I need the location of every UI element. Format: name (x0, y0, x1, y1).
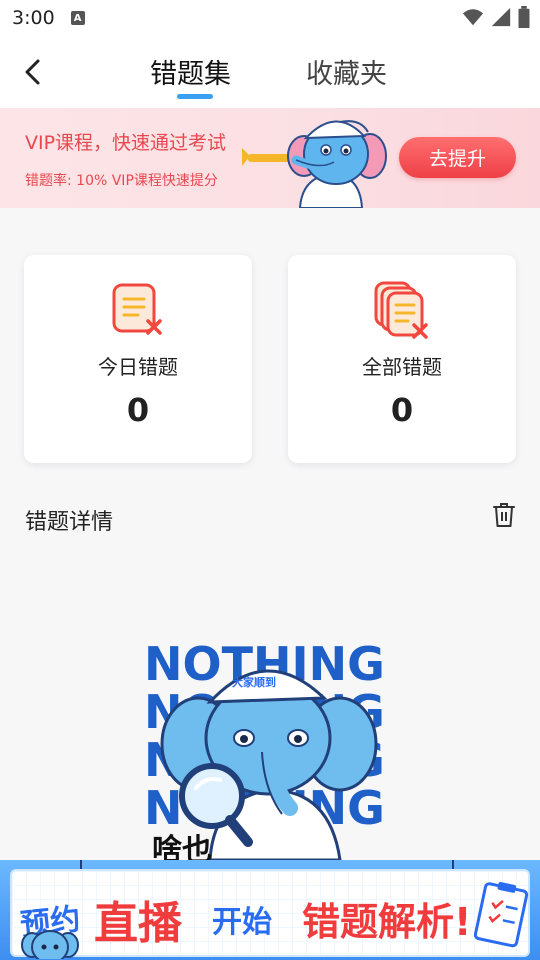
status-time: 3:00 (12, 7, 55, 29)
chevron-left-icon (25, 59, 40, 85)
stacked-wrong-docs-icon (374, 281, 428, 339)
all-wrong-card[interactable]: 全部错题 0 (288, 255, 516, 463)
trash-icon[interactable] (492, 502, 516, 528)
today-wrong-label: 今日错题 (98, 355, 178, 379)
empty-state-illustration: NOTHING NOTHING NOTHING NOTHING 大家顺到 啥也 (144, 638, 385, 860)
vip-banner-title: VIP课程，快速通过考试 (25, 132, 227, 154)
status-icons (462, 6, 530, 28)
live-broadcast-banner[interactable]: 预约 直播 开始 错题解析! (0, 860, 540, 960)
live-banner-card: 预约 直播 开始 错题解析! (10, 869, 530, 959)
live-banner-text-2: 直播 (94, 898, 182, 949)
battery-icon (518, 6, 530, 28)
tab-favorites[interactable]: 收藏夹 (306, 52, 387, 91)
active-tab-indicator (177, 94, 213, 99)
elephant-trumpet-mascot-icon (242, 120, 387, 208)
status-bar: 3:00 A (0, 0, 540, 36)
wrong-details-title: 错题详情 (25, 510, 114, 535)
clipboard-checklist-icon (474, 881, 529, 948)
notification-icon: A (70, 11, 85, 25)
vip-promo-banner[interactable]: VIP课程，快速通过考试 错题率: 10% VIP课程快速提分 去提升 (0, 108, 540, 208)
tab-wrong-questions[interactable]: 错题集 (150, 52, 231, 91)
today-wrong-card[interactable]: 今日错题 0 (24, 255, 252, 463)
vip-upgrade-button[interactable]: 去提升 (399, 137, 516, 178)
single-wrong-doc-icon (112, 283, 162, 335)
back-button[interactable] (18, 56, 46, 88)
vip-banner-subtitle: 错题率: 10% VIP课程快速提分 (25, 173, 218, 189)
elephant-mascot-icon (21, 930, 79, 959)
top-nav: 错题集 收藏夹 (0, 36, 540, 108)
wifi-icon (462, 9, 484, 26)
cap-text: 大家顺到 (232, 675, 276, 689)
live-banner-text-3: 开始 (212, 905, 272, 940)
today-wrong-count: 0 (126, 391, 150, 429)
all-wrong-count: 0 (390, 391, 414, 429)
all-wrong-label: 全部错题 (362, 355, 442, 379)
empty-caption: 啥也 (152, 833, 212, 860)
live-banner-text-4: 错题解析! (302, 900, 472, 944)
signal-icon (491, 7, 511, 27)
